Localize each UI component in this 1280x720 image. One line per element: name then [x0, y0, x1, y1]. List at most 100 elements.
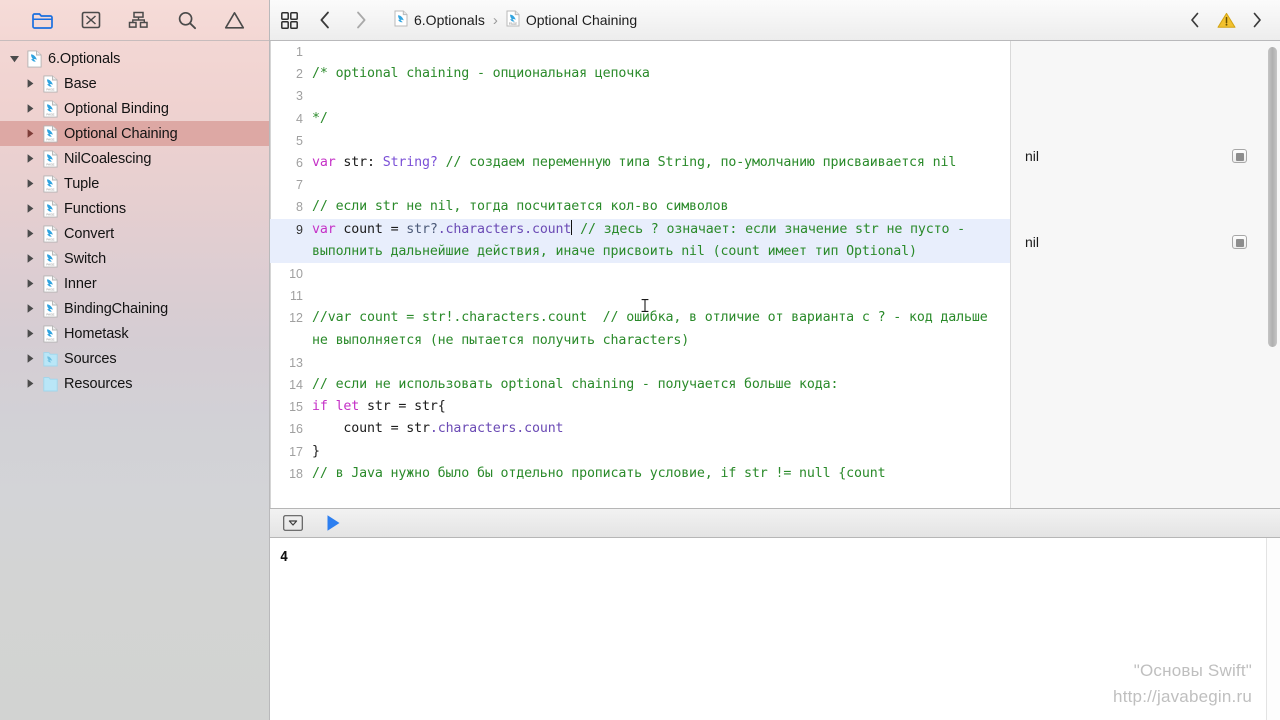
folder-icon[interactable]: [31, 9, 55, 31]
code-text[interactable]: [312, 352, 1010, 374]
code-token: .characters.count: [429, 421, 564, 437]
sidebar-item-label: Sources: [64, 350, 117, 367]
code-line[interactable]: 4 */: [270, 108, 1010, 130]
sidebar-item-optional-chaining[interactable]: PAGE Optional Chaining: [0, 121, 269, 146]
folder-icon: [43, 375, 58, 393]
code-line[interactable]: 3: [270, 85, 1010, 107]
code-text[interactable]: // если не использовать optional chainin…: [312, 374, 1010, 396]
play-triangle-icon[interactable]: [322, 514, 344, 532]
code-line[interactable]: 1: [270, 41, 1010, 63]
hierarchy-icon[interactable]: [127, 9, 151, 31]
sidebar-item-label: NilCoalescing: [64, 150, 152, 167]
disclosure-triangle-closed-icon[interactable]: [24, 277, 37, 290]
code-token: // если не использовать optional chainin…: [312, 377, 839, 393]
sidebar-item-resources[interactable]: Resources: [0, 371, 269, 396]
sidebar-item-inner[interactable]: PAGE Inner: [0, 271, 269, 296]
console-output-area[interactable]: 4 "Основы Swift" http://javabegin.ru: [270, 538, 1280, 720]
editor-vertical-scrollbar[interactable]: [1268, 47, 1277, 347]
disclosure-triangle-closed-icon[interactable]: [24, 102, 37, 115]
chevron-right-icon[interactable]: [350, 9, 372, 31]
folder-swift-icon: [43, 350, 58, 368]
code-text[interactable]: // в Java нужно было бы отдельно прописа…: [312, 463, 1010, 481]
sidebar-item-tuple[interactable]: PAGE Tuple: [0, 171, 269, 196]
code-line[interactable]: 7: [270, 174, 1010, 196]
sidebar-item-switch[interactable]: PAGE Switch: [0, 246, 269, 271]
line-number: 2: [296, 67, 303, 82]
disclosure-triangle-closed-icon[interactable]: [24, 352, 37, 365]
code-text[interactable]: [312, 41, 1010, 63]
show-result-button[interactable]: [1232, 235, 1247, 249]
code-text[interactable]: // если str не nil, тогда посчитается ко…: [312, 196, 1010, 218]
code-text[interactable]: [312, 285, 1010, 307]
code-line[interactable]: 11: [270, 285, 1010, 307]
code-line[interactable]: 5: [270, 130, 1010, 152]
grid-squares-icon[interactable]: [278, 9, 300, 31]
code-text[interactable]: [312, 263, 1010, 285]
code-line[interactable]: 18 // в Java нужно было бы отдельно пропи…: [270, 463, 1010, 481]
code-line[interactable]: 6 var str: String? // создаем переменную …: [270, 152, 1010, 174]
code-line[interactable]: 10: [270, 263, 1010, 285]
line-number: 15: [289, 400, 303, 415]
sidebar-item-sources[interactable]: Sources: [0, 346, 269, 371]
code-text[interactable]: //var count = str!.characters.count // о…: [312, 307, 1010, 351]
disclosure-triangle-closed-icon[interactable]: [24, 327, 37, 340]
code-line[interactable]: 9 var count = str?.characters.count // зд…: [270, 218, 1010, 264]
code-line[interactable]: 2 /* optional chaining - опциональная цеп…: [270, 63, 1010, 85]
playground-page-icon: PAGE: [43, 149, 58, 168]
sidebar-item-label: Functions: [64, 200, 126, 217]
code-line[interactable]: 14 // если не использовать optional chain…: [270, 374, 1010, 396]
code-token: if: [312, 399, 336, 415]
show-result-button[interactable]: [1232, 149, 1247, 163]
sidebar-item-optional-binding[interactable]: PAGE Optional Binding: [0, 96, 269, 121]
line-number: 1: [296, 45, 303, 59]
sidebar-item-bindingchaining[interactable]: PAGE BindingChaining: [0, 296, 269, 321]
code-text[interactable]: [312, 130, 1010, 152]
code-text[interactable]: }: [312, 441, 1010, 463]
sidebar-item-convert[interactable]: PAGE Convert: [0, 221, 269, 246]
issue-x-icon[interactable]: [79, 9, 103, 31]
disclosure-triangle-closed-icon[interactable]: [24, 302, 37, 315]
breadcrumb-item-project[interactable]: 6.Optionals: [394, 10, 485, 30]
previous-issue-chevron-left-icon[interactable]: [1184, 9, 1206, 31]
code-text[interactable]: /* optional chaining - опциональная цепо…: [312, 63, 1010, 85]
watermark-line-2: http://javabegin.ru: [1113, 687, 1252, 706]
code-line[interactable]: 17}: [270, 441, 1010, 463]
breadcrumb-separator: ›: [492, 11, 498, 29]
line-number: 4: [296, 111, 303, 126]
code-text[interactable]: var str: String? // создаем переменную т…: [312, 152, 1010, 174]
disclosure-triangle-closed-icon[interactable]: [24, 252, 37, 265]
code-line[interactable]: 12 //var count = str!.characters.count //…: [270, 307, 1010, 351]
source-editor[interactable]: 1 2 /* optional chaining - опциональная ц…: [270, 41, 1010, 508]
disclosure-triangle-closed-icon[interactable]: [24, 227, 37, 240]
sidebar-item-hometask[interactable]: PAGE Hometask: [0, 321, 269, 346]
code-line[interactable]: 8 // если str не nil, тогда посчитается к…: [270, 196, 1010, 218]
disclosure-triangle-closed-icon[interactable]: [24, 202, 37, 215]
code-text[interactable]: if let str = str{: [312, 396, 1010, 418]
code-text[interactable]: [312, 85, 1010, 107]
warning-triangle-icon[interactable]: [223, 9, 247, 31]
sidebar-item-functions[interactable]: PAGE Functions: [0, 196, 269, 221]
chevron-left-icon[interactable]: [314, 9, 336, 31]
disclosure-triangle-closed-icon[interactable]: [24, 127, 37, 140]
code-text[interactable]: count = str.characters.count: [312, 418, 1010, 440]
sidebar-item-6-optionals[interactable]: 6.Optionals: [0, 46, 269, 71]
disclosure-triangle-closed-icon[interactable]: [24, 152, 37, 165]
search-icon[interactable]: [175, 9, 199, 31]
code-line[interactable]: 15 if let str = str{: [270, 396, 1010, 418]
code-text[interactable]: var count = str?.characters.count // зде…: [312, 219, 1010, 263]
code-line[interactable]: 16 count = str.characters.count: [270, 418, 1010, 440]
code-text[interactable]: [312, 174, 1010, 196]
breadcrumb-item-page[interactable]: PAGE Optional Chaining: [506, 10, 637, 30]
disclosure-triangle-closed-icon[interactable]: [24, 177, 37, 190]
code-line[interactable]: 13: [270, 352, 1010, 374]
disclosure-triangle-open-icon[interactable]: [8, 52, 21, 65]
code-text[interactable]: */: [312, 108, 1010, 130]
disclosure-triangle-closed-icon[interactable]: [24, 77, 37, 90]
warning-triangle-icon[interactable]: [1215, 9, 1237, 31]
disclosure-down-icon[interactable]: [282, 514, 304, 532]
next-issue-chevron-right-icon[interactable]: [1246, 9, 1268, 31]
sidebar-item-base[interactable]: PAGE Base: [0, 71, 269, 96]
line-number: 16: [289, 422, 303, 437]
sidebar-item-nilcoalescing[interactable]: PAGE NilCoalescing: [0, 146, 269, 171]
disclosure-triangle-closed-icon[interactable]: [24, 377, 37, 390]
